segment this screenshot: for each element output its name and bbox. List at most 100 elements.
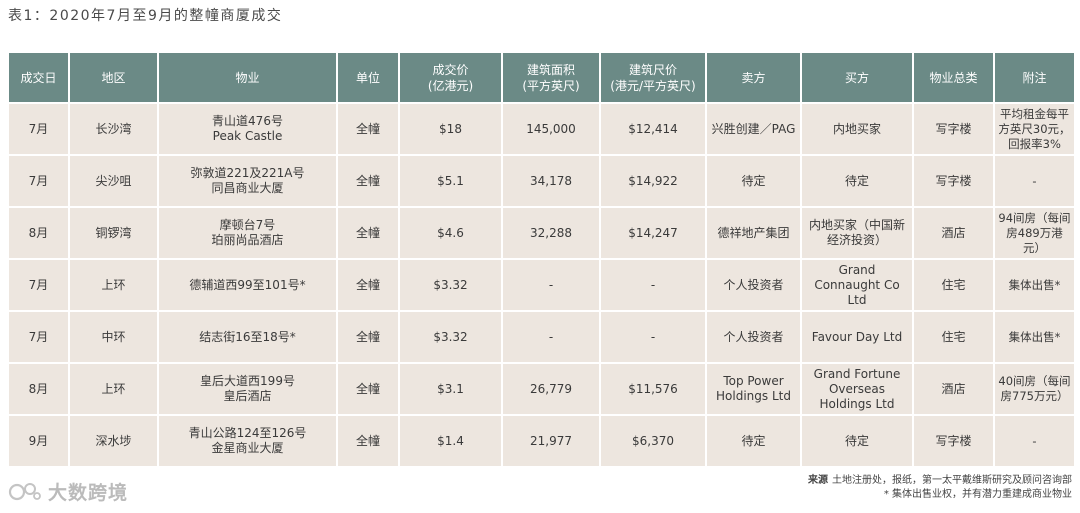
- cell-area: 34,178: [503, 156, 599, 206]
- cell-remarks: 集体出售*: [995, 312, 1074, 362]
- cell-district: 尖沙咀: [70, 156, 157, 206]
- cell-property-type: 酒店: [914, 364, 993, 414]
- cell-unit: 全幢: [338, 364, 398, 414]
- cell-buyer: 待定: [802, 156, 912, 206]
- cell-date: 9月: [9, 416, 68, 466]
- cell-unit: 全幢: [338, 416, 398, 466]
- source-line: 来源 土地注册处，报纸，第一太平戴维斯研究及顾问咨询部: [808, 474, 1072, 488]
- cell-price: $3.32: [400, 312, 501, 362]
- cell-buyer: 内地买家（中国新经济投资）: [802, 208, 912, 258]
- cell-unit: 全幢: [338, 312, 398, 362]
- cell-unit: 全幢: [338, 156, 398, 206]
- col-header-district: 地区: [70, 53, 157, 102]
- cell-district: 深水埗: [70, 416, 157, 466]
- cell-property: 弥敦道221及221A号 同昌商业大厦: [159, 156, 336, 206]
- cell-area: 26,779: [503, 364, 599, 414]
- table-row: 7月 尖沙咀 弥敦道221及221A号 同昌商业大厦 全幢 $5.1 34,178 $14,9…: [9, 156, 1074, 206]
- deals-table: 成交日 地区 物业 单位 成交价 (亿港元) 建筑面积 (平方英尺) 建筑尺价 (港元…: [7, 51, 1076, 468]
- col-header-property-type: 物业总类: [914, 53, 993, 102]
- footnote: * 集体出售业权，并有潜力重建成商业物业: [883, 489, 1072, 500]
- cell-price: $3.32: [400, 260, 501, 310]
- cell-property-type: 写字楼: [914, 156, 993, 206]
- cell-remarks: -: [995, 156, 1074, 206]
- brand-logo-icon: [8, 481, 42, 503]
- cell-buyer: 内地买家: [802, 104, 912, 154]
- cell-property-type: 酒店: [914, 208, 993, 258]
- col-header-date: 成交日: [9, 53, 68, 102]
- cell-unit-price: $12,414: [601, 104, 705, 154]
- col-header-remarks: 附注: [995, 53, 1074, 102]
- cell-remarks: 平均租金每平方英尺30元，回报率3%: [995, 104, 1074, 154]
- col-header-property: 物业: [159, 53, 336, 102]
- col-header-buyer: 买方: [802, 53, 912, 102]
- table-row: 7月 上环 德辅道西99至101号* 全幢 $3.32- - 个人投资者 Grand Conna…: [9, 260, 1074, 310]
- cell-area: 145,000: [503, 104, 599, 154]
- cell-unit-price: -: [601, 260, 705, 310]
- cell-unit: 全幢: [338, 104, 398, 154]
- cell-buyer: Favour Day Ltd: [802, 312, 912, 362]
- cell-district: 长沙湾: [70, 104, 157, 154]
- cell-area: -: [503, 260, 599, 310]
- cell-property: 德辅道西99至101号*: [159, 260, 336, 310]
- col-header-unit-price: 建筑尺价 (港元/平方英尺): [601, 53, 705, 102]
- cell-property-type: 写字楼: [914, 416, 993, 466]
- cell-unit: 全幢: [338, 208, 398, 258]
- source-note: 来源 土地注册处，报纸，第一太平戴维斯研究及顾问咨询部 * 集体出售业权，并有潜力…: [808, 474, 1072, 502]
- cell-property: 青山公路124至126号 金星商业大厦: [159, 416, 336, 466]
- table-body: 7月 长沙湾 青山道476号 Peak Castle 全幢 $18 145,000 $12,4…: [9, 104, 1074, 466]
- col-header-area: 建筑面积 (平方英尺): [503, 53, 599, 102]
- cell-unit-price: $6,370: [601, 416, 705, 466]
- table-caption: 表1：2020年7月至9月的整幢商厦成交: [8, 8, 283, 24]
- cell-district: 中环: [70, 312, 157, 362]
- table-row: 7月 长沙湾 青山道476号 Peak Castle 全幢 $18 145,000 $12,4…: [9, 104, 1074, 154]
- col-header-price: 成交价 (亿港元): [400, 53, 501, 102]
- cell-unit-price: $11,576: [601, 364, 705, 414]
- cell-district: 上环: [70, 364, 157, 414]
- cell-property: 皇后大道西199号 皇后酒店: [159, 364, 336, 414]
- cell-unit-price: -: [601, 312, 705, 362]
- source-text: 土地注册处，报纸，第一太平戴维斯研究及顾问咨询部: [832, 475, 1072, 486]
- cell-remarks: 40间房（每间房775万元）: [995, 364, 1074, 414]
- cell-district: 铜锣湾: [70, 208, 157, 258]
- cell-unit-price: $14,247: [601, 208, 705, 258]
- col-header-unit: 单位: [338, 53, 398, 102]
- col-header-seller: 卖方: [707, 53, 800, 102]
- header-row: 成交日 地区 物业 单位 成交价 (亿港元) 建筑面积 (平方英尺) 建筑尺价 (港元…: [9, 53, 1074, 102]
- cell-property: 摩顿台7号 珀丽尚品酒店: [159, 208, 336, 258]
- table-row: 8月 上环 皇后大道西199号 皇后酒店 全幢 $3.1 26,779 $11,576 Top …: [9, 364, 1074, 414]
- watermark: 大数跨境: [8, 478, 128, 505]
- cell-property-type: 写字楼: [914, 104, 993, 154]
- cell-price: $5.1: [400, 156, 501, 206]
- cell-remarks: 集体出售*: [995, 260, 1074, 310]
- cell-seller: 德祥地产集团: [707, 208, 800, 258]
- cell-seller: 待定: [707, 416, 800, 466]
- cell-area: -: [503, 312, 599, 362]
- cell-unit-price: $14,922: [601, 156, 705, 206]
- source-label: 来源: [808, 475, 828, 486]
- cell-property: 青山道476号 Peak Castle: [159, 104, 336, 154]
- table-row: 9月 深水埗 青山公路124至126号 金星商业大厦 全幢 $1.4 21,977 $6,37…: [9, 416, 1074, 466]
- cell-seller: 个人投资者: [707, 260, 800, 310]
- cell-seller: Top Power Holdings Ltd: [707, 364, 800, 414]
- cell-area: 21,977: [503, 416, 599, 466]
- cell-property: 结志街16至18号*: [159, 312, 336, 362]
- cell-area: 32,288: [503, 208, 599, 258]
- cell-price: $18: [400, 104, 501, 154]
- cell-unit: 全幢: [338, 260, 398, 310]
- cell-buyer: Grand Fortune Overseas Holdings Ltd: [802, 364, 912, 414]
- cell-property-type: 住宅: [914, 260, 993, 310]
- cell-remarks: 94间房（每间房489万港元）: [995, 208, 1074, 258]
- cell-date: 7月: [9, 156, 68, 206]
- cell-date: 7月: [9, 104, 68, 154]
- table-row: 8月 铜锣湾 摩顿台7号 珀丽尚品酒店 全幢 $4.6 32,288 $14,247 德祥地产集…: [9, 208, 1074, 258]
- cell-buyer: 待定: [802, 416, 912, 466]
- cell-date: 8月: [9, 208, 68, 258]
- cell-price: $3.1: [400, 364, 501, 414]
- cell-date: 7月: [9, 260, 68, 310]
- cell-date: 7月: [9, 312, 68, 362]
- cell-buyer: Grand Connaught Co Ltd: [802, 260, 912, 310]
- cell-date: 8月: [9, 364, 68, 414]
- cell-seller: 兴胜创建／PAG: [707, 104, 800, 154]
- watermark-text: 大数跨境: [48, 482, 129, 504]
- cell-price: $4.6: [400, 208, 501, 258]
